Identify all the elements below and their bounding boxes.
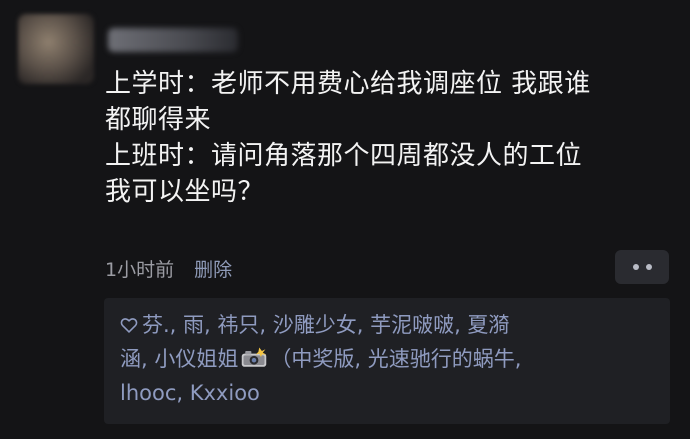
post-time: 1小时前 <box>105 258 175 281</box>
likes-names[interactable]: 芬., 雨, 祎只, 沙雕少女, 芋泥啵啵, 夏漪 <box>142 313 509 337</box>
likes-list: 芬., 雨, 祎只, 沙雕少女, 芋泥啵啵, 夏漪 涵, 小仪姐姐 （中奖版, … <box>120 308 640 410</box>
likes-line: 芬., 雨, 祎只, 沙雕少女, 芋泥啵啵, 夏漪 <box>120 308 640 342</box>
more-actions-button[interactable] <box>615 250 669 284</box>
post-text-line: 上班时：请问角落那个四周都没人的工位 <box>105 141 583 171</box>
avatar[interactable] <box>18 14 94 84</box>
post-meta: 1小时前 删除 <box>105 254 232 282</box>
moments-post: 上学时：老师不用费心给我调座位 我跟谁 都聊得来 上班时：请问角落那个四周都没人… <box>0 0 690 439</box>
username-blurred[interactable] <box>108 28 238 52</box>
delete-button[interactable]: 删除 <box>194 255 232 282</box>
likes-names[interactable]: （中奖版, 光速驰行的蜗牛, <box>270 347 521 371</box>
post-text-line: 我可以坐吗？ <box>105 177 265 207</box>
dot-icon <box>645 264 652 270</box>
dot-icon <box>632 264 639 270</box>
likes-line[interactable]: lhooc, Kxxioo <box>120 376 640 410</box>
post-content: 上学时：老师不用费心给我调座位 我跟谁 都聊得来 上班时：请问角落那个四周都没人… <box>105 66 670 210</box>
post-text-line: 都聊得来 <box>105 105 212 135</box>
likes-panel: 芬., 雨, 祎只, 沙雕少女, 芋泥啵啵, 夏漪 涵, 小仪姐姐 （中奖版, … <box>104 298 670 424</box>
likes-names[interactable]: 涵, 小仪姐姐 <box>120 347 238 371</box>
camera-flash-emoji-icon <box>242 347 267 367</box>
post-text-line: 上学时：老师不用费心给我调座位 我跟谁 <box>105 69 591 99</box>
likes-line: 涵, 小仪姐姐 （中奖版, 光速驰行的蜗牛, <box>120 342 640 376</box>
heart-outline-icon <box>120 318 138 333</box>
